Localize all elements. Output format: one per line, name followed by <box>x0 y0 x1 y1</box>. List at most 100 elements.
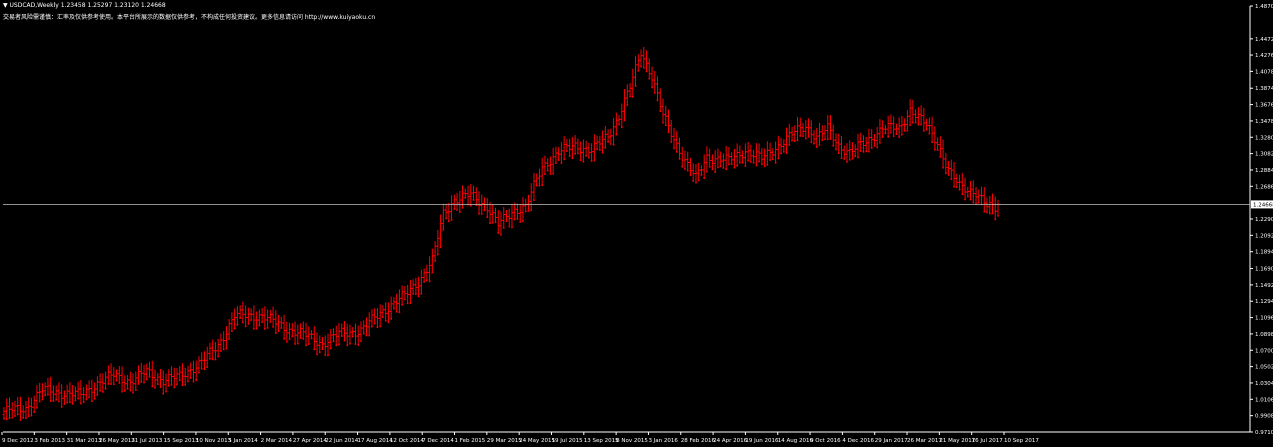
bar-low-dot <box>903 130 906 132</box>
ohlc-bar <box>850 142 854 160</box>
bar-low-dot <box>966 195 969 198</box>
ohlc-bar <box>656 76 660 102</box>
bar-low-dot <box>469 204 472 207</box>
price-chart[interactable]: 1.48700 1.44720 1.42760 1.40780 1.38740 1.367… <box>0 0 1273 447</box>
ohlc-bar <box>741 150 745 164</box>
ohlc-bar <box>321 337 325 350</box>
ohlc-bar <box>65 384 69 404</box>
bar-low-dot <box>843 158 846 160</box>
ohlc-bar <box>260 308 264 323</box>
ohlc-bar <box>106 365 110 385</box>
ohlc-bar <box>29 397 33 417</box>
bar-low-dot <box>780 152 782 155</box>
ohlc-bar <box>38 382 42 403</box>
ohlc-bar <box>18 396 22 421</box>
bar-low-dot <box>135 389 137 391</box>
bar-low-dot <box>318 351 321 354</box>
ohlc-bar <box>587 142 591 159</box>
ohlc-bar <box>425 264 429 282</box>
bar-low-dot <box>145 378 148 381</box>
bar-low-dot <box>623 119 626 122</box>
ohlc-bar <box>796 116 800 142</box>
ohlc-bar <box>115 369 119 382</box>
ohlc-bar <box>774 141 778 164</box>
bar-low-dot <box>272 326 274 328</box>
ohlc-bar <box>414 277 418 295</box>
bar-low-dot <box>612 144 615 146</box>
ohlc-bar <box>216 338 220 358</box>
ohlc-bar <box>183 367 187 386</box>
bar-low-dot <box>758 160 760 163</box>
ohlc-bar <box>252 305 256 330</box>
ohlc-bar <box>963 177 967 201</box>
bar-low-dot <box>27 415 30 418</box>
ohlc-bar <box>974 186 978 205</box>
ohlc-bar <box>419 269 423 295</box>
bar-low-dot <box>16 413 19 416</box>
time-tick-label: 19 Jul 2015 <box>551 438 583 444</box>
ohlc-bar <box>277 314 281 333</box>
ohlc-bar <box>848 140 852 161</box>
bar-low-dot <box>384 319 387 322</box>
bar-low-dot <box>840 157 843 159</box>
bar-low-dot <box>673 147 675 150</box>
ohlc-bar <box>137 365 141 385</box>
bar-low-dot <box>868 150 870 153</box>
time-tick-label: 31 Mar 2013 <box>67 438 102 444</box>
ohlc-bar <box>688 157 692 177</box>
ohlc-bar <box>235 306 239 326</box>
ohlc-bar <box>364 317 368 337</box>
time-tick-label: 12 Oct 2014 <box>390 438 425 444</box>
ohlc-bar <box>310 330 314 340</box>
ohlc-bar <box>373 308 377 325</box>
ohlc-bar <box>230 312 234 332</box>
bar-low-dot <box>393 307 395 310</box>
ohlc-bar <box>666 109 670 134</box>
bar-low-dot <box>796 139 799 142</box>
ohlc-bar <box>353 323 357 345</box>
ohlc-bar <box>872 133 876 147</box>
bar-low-dot <box>480 213 483 215</box>
bar-low-dot <box>662 121 664 124</box>
ohlc-bar <box>834 133 838 151</box>
bar-low-dot <box>508 225 511 228</box>
ohlc-bar <box>930 116 934 143</box>
bar-low-dot <box>373 322 376 325</box>
bar-low-dot <box>692 180 695 182</box>
bar-low-dot <box>750 161 752 163</box>
bar-low-dot <box>950 178 953 180</box>
ohlc-bar <box>938 136 942 158</box>
bar-low-dot <box>851 158 854 160</box>
bar-low-dot <box>637 69 640 72</box>
bar-low-dot <box>176 383 178 386</box>
bar-low-dot <box>362 332 365 335</box>
ohlc-bar <box>406 284 410 305</box>
time-tick-label: 7 Dec 2014 <box>422 438 454 444</box>
ohlc-bar <box>384 302 388 322</box>
ohlc-bar <box>776 135 780 160</box>
time-tick-label: 28 Feb 2016 <box>681 438 716 444</box>
ohlc-bar <box>186 365 190 383</box>
bar-low-dot <box>489 222 491 225</box>
bar-low-dot <box>892 135 895 138</box>
bar-low-dot <box>524 210 527 213</box>
ohlc-bar <box>771 148 775 160</box>
ohlc-bar <box>139 362 143 383</box>
bar-low-dot <box>445 217 447 220</box>
ohlc-bar <box>49 376 53 402</box>
ohlc-bar <box>293 321 297 345</box>
bar-low-dot <box>513 218 516 221</box>
ohlc-bar <box>573 135 577 155</box>
bar-low-dot <box>648 77 651 80</box>
ohlc-bar <box>397 289 401 314</box>
ohlc-bar <box>392 297 396 310</box>
time-tick-label: 29 Mar 2015 <box>487 438 522 444</box>
bar-low-dot <box>832 144 835 147</box>
ohlc-bar <box>746 141 750 162</box>
ohlc-bar <box>543 155 547 176</box>
ohlc-bar <box>485 198 489 219</box>
ohlc-bar <box>554 146 558 164</box>
ohlc-bar <box>977 189 981 204</box>
bar-low-dot <box>332 340 335 343</box>
price-tick-label: 1.28840 <box>1255 168 1273 174</box>
